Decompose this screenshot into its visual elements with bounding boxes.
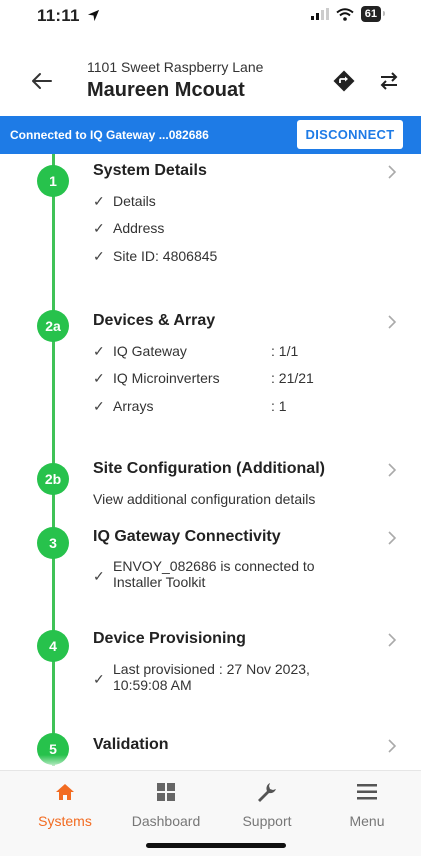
menu-icon	[357, 784, 377, 800]
connection-banner: Connected to IQ Gateway ...082686 DISCON…	[0, 116, 421, 154]
disconnect-button[interactable]: DISCONNECT	[297, 120, 403, 149]
checkmark-icon: ✓	[93, 370, 105, 386]
directions-icon	[333, 70, 355, 92]
checkmark-icon: ✓	[93, 343, 105, 359]
device-item: ✓ Arrays	[93, 398, 153, 415]
chevron-right-icon[interactable]	[386, 738, 398, 754]
swap-icon	[380, 72, 398, 90]
check-item-label: Address	[113, 220, 165, 236]
step-badge: 3	[37, 527, 69, 559]
site-owner-name: Maureen Mcouat	[87, 79, 245, 101]
step-title-site-configuration[interactable]: Site Configuration (Additional)	[93, 460, 325, 478]
device-item: ✓ IQ Microinverters	[93, 370, 220, 387]
chevron-right-icon[interactable]	[386, 164, 398, 180]
nav-label: Menu	[349, 813, 385, 829]
step-title-gateway-connectivity[interactable]: IQ Gateway Connectivity	[93, 528, 281, 546]
dashboard-icon	[157, 783, 175, 801]
check-item: ✓ Details	[93, 193, 156, 210]
status-icons: 61	[310, 6, 386, 22]
check-line: ENVOY_082686 is connected to	[113, 558, 315, 574]
check-line: Last provisioned : 27 Nov 2023,	[113, 661, 310, 677]
step-title-device-provisioning[interactable]: Device Provisioning	[93, 630, 246, 648]
wrench-icon	[258, 783, 276, 802]
check-item: ✓ Site ID: 4806845	[93, 248, 217, 265]
directions-button[interactable]	[332, 69, 356, 93]
step-title-system-details[interactable]: System Details	[93, 162, 207, 180]
nav-label: Support	[242, 813, 292, 829]
connection-status-text: Connected to IQ Gateway ...082686	[10, 128, 209, 142]
wifi-icon	[336, 7, 354, 21]
checkmark-icon: ✓	[93, 193, 105, 209]
check-item-label: Last provisioned : 27 Nov 2023, 10:59:08…	[113, 661, 310, 693]
step-title-validation[interactable]: Validation	[93, 736, 169, 754]
check-item-label: ENVOY_082686 is connected to Installer T…	[113, 558, 315, 590]
back-button[interactable]	[27, 66, 57, 96]
location-arrow-icon	[87, 9, 99, 22]
checkmark-icon: ✓	[93, 671, 105, 687]
switch-site-button[interactable]	[377, 69, 401, 93]
home-icon	[56, 784, 74, 800]
signal-icon	[310, 8, 329, 20]
device-item-label: IQ Gateway	[113, 343, 187, 359]
chevron-right-icon[interactable]	[386, 462, 398, 478]
step-badge: 4	[37, 630, 69, 662]
step-badge: 2b	[37, 463, 69, 495]
chevron-right-icon[interactable]	[386, 314, 398, 330]
progress-timeline	[52, 154, 55, 766]
checkmark-icon: ✓	[93, 568, 105, 584]
chevron-right-icon[interactable]	[386, 632, 398, 648]
step-badge: 2a	[37, 310, 69, 342]
status-time: 11:11	[37, 6, 100, 26]
check-item-label: Details	[113, 193, 156, 209]
check-item: ✓ ENVOY_082686 is connected to Installer…	[93, 558, 315, 590]
nav-support[interactable]: Support	[222, 781, 312, 829]
checkmark-icon: ✓	[93, 220, 105, 236]
check-item: ✓ Address	[93, 220, 164, 237]
battery-icon: 61	[360, 6, 386, 22]
nav-label: Systems	[38, 813, 92, 829]
device-item: ✓ IQ Gateway	[93, 343, 187, 360]
device-item-value: : 21/21	[271, 370, 314, 386]
device-item-label: IQ Microinverters	[113, 370, 220, 386]
step-badge: 1	[37, 165, 69, 197]
check-item-label: Site ID: 4806845	[113, 248, 218, 264]
step-title-devices-array[interactable]: Devices & Array	[93, 312, 215, 330]
nav-menu[interactable]: Menu	[322, 781, 412, 829]
check-line: 10:59:08 AM	[113, 677, 192, 693]
nav-label: Dashboard	[131, 813, 201, 829]
nav-systems[interactable]: Systems	[20, 781, 110, 829]
home-indicator[interactable]	[146, 843, 286, 848]
checkmark-icon: ✓	[93, 248, 105, 264]
device-item-value: : 1/1	[271, 343, 299, 359]
check-line: Installer Toolkit	[113, 574, 206, 590]
device-item-value: : 1	[271, 398, 287, 414]
check-item: ✓ Last provisioned : 27 Nov 2023, 10:59:…	[93, 661, 310, 693]
device-item-label: Arrays	[113, 398, 154, 414]
scroll-fade	[0, 755, 421, 771]
nav-dashboard[interactable]: Dashboard	[121, 781, 211, 829]
chevron-right-icon[interactable]	[386, 530, 398, 546]
back-arrow-icon	[32, 73, 52, 89]
status-time-text: 11:11	[37, 6, 80, 25]
checkmark-icon: ✓	[93, 398, 105, 414]
step-description: View additional configuration details	[93, 491, 316, 507]
site-address: 1101 Sweet Raspberry Lane	[87, 59, 264, 75]
